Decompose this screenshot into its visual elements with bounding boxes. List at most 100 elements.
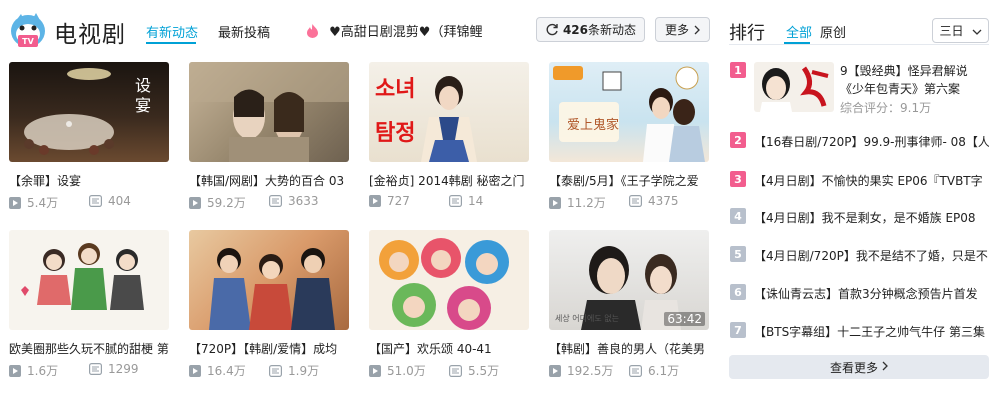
video-card[interactable]: 【720P】【韩剧/爱情】成均 16.4万 1.9万	[189, 230, 349, 378]
video-thumbnail[interactable]	[369, 230, 529, 330]
rank-top-thumbnail[interactable]	[754, 62, 834, 112]
rank-number: 1	[730, 62, 746, 78]
danmaku-count: 3633	[269, 194, 319, 208]
rank-item-title[interactable]: 【4月日剧/720P】我不是结不了婚，只是不	[754, 247, 989, 264]
danmaku-icon	[269, 364, 282, 377]
danmaku-icon	[269, 195, 282, 207]
thumbnail-caption: 세상 어디에도 없는	[555, 314, 619, 323]
period-value: 三日	[939, 24, 964, 38]
video-stats: 11.2万 4375	[549, 194, 709, 210]
rank-top-title[interactable]: 9【毁经典】怪异君解说《少年包青天》第六案	[840, 62, 990, 98]
chevron-right-icon	[882, 360, 888, 374]
video-card[interactable]: 세상 어디에도 없는 63:42 【韩剧】善良的男人（花美男 192.5万 6.…	[549, 230, 709, 378]
play-count-value: 727	[387, 194, 410, 208]
video-title[interactable]: 【720P】【韩剧/爱情】成均	[189, 341, 349, 357]
tab-rank-all[interactable]: 全部	[786, 22, 812, 41]
play-count: 192.5万	[549, 362, 613, 379]
rank-number: 2	[730, 132, 746, 148]
video-title[interactable]: 【泰剧/5月】《王子学院之爱	[549, 173, 709, 189]
play-icon	[369, 195, 381, 207]
danmaku-count-value: 3633	[288, 194, 319, 208]
video-stats: 727 14	[369, 194, 529, 210]
danmaku-count-value: 14	[468, 194, 484, 208]
more-button[interactable]: 更多	[655, 17, 710, 42]
video-thumbnail[interactable]	[189, 62, 349, 162]
video-stats: 1.6万 1299	[9, 362, 169, 378]
danmaku-count-value: 1299	[108, 362, 139, 376]
trending-notice[interactable]: ♥高甜日剧混剪♥（拜锦鲤	[306, 21, 482, 40]
danmaku-icon	[89, 195, 102, 207]
thumbnail-caption: 设宴	[135, 76, 152, 115]
video-thumbnail[interactable]: 세상 어디에도 없는 63:42	[549, 230, 709, 330]
danmaku-count: 6.1万	[629, 362, 679, 379]
rank-number: 5	[730, 246, 746, 262]
video-card[interactable]: 设宴 【余罪】设宴 5.4万 404	[9, 62, 169, 210]
rank-item-title[interactable]: 【4月日剧】我不是剩女，是不婚族 EP08	[754, 209, 989, 226]
play-count-value: 192.5万	[567, 364, 614, 378]
thumbnail-caption: 소녀 탐정	[375, 77, 416, 146]
play-icon	[369, 364, 381, 377]
play-count-value: 11.2万	[567, 196, 606, 210]
rank-number: 4	[730, 208, 746, 224]
rank-item-title[interactable]: 【4月日剧】不愉快的果实 EP06『TVBT字	[754, 172, 989, 189]
play-count-value: 59.2万	[207, 196, 246, 210]
video-card[interactable]: 【国产】欢乐颂 40-41 51.0万 5.5万	[369, 230, 529, 378]
new-updates-button[interactable]: 426 条新动态	[536, 17, 645, 42]
rank-item-title[interactable]: 【16春日剧/720P】99.9-刑事律师- 08【人	[754, 133, 989, 150]
more-label: 更多	[664, 23, 689, 37]
play-icon	[189, 196, 201, 209]
tab-new-activity[interactable]: 有新动态	[146, 22, 198, 41]
ranking-title: 排行	[729, 23, 765, 44]
play-count: 16.4万	[189, 362, 246, 379]
danmaku-icon	[449, 364, 462, 377]
video-thumbnail[interactable]: 爱上鬼家	[549, 62, 709, 162]
video-card[interactable]: 欧美圈那些久玩不腻的甜梗 第 1.6万 1299	[9, 230, 169, 378]
video-card[interactable]: 소녀 탐정 [金裕贞] 2014韩剧 秘密之门 727 14	[369, 62, 529, 210]
rank-item-title[interactable]: 【BTS字幕组】十二王子之帅气牛仔 第三集	[754, 323, 989, 340]
video-card[interactable]: 【韩国/网剧】大势的百合 03 59.2万 3633	[189, 62, 349, 210]
play-count: 59.2万	[189, 194, 246, 211]
flame-icon	[306, 24, 323, 40]
view-more-button[interactable]: 查看更多	[729, 355, 989, 379]
danmaku-count: 14	[449, 194, 483, 208]
video-stats: 51.0万 5.5万	[369, 362, 529, 378]
play-count: 1.6万	[9, 362, 58, 379]
danmaku-count-value: 6.1万	[648, 364, 680, 378]
video-title[interactable]: 【国产】欢乐颂 40-41	[369, 341, 529, 357]
video-thumbnail[interactable]: 소녀 탐정	[369, 62, 529, 162]
tab-latest-uploads[interactable]: 最新投稿	[218, 22, 270, 41]
thumbnail-caption: 爱上鬼家	[567, 118, 620, 133]
tab-rank-original[interactable]: 原创	[820, 22, 846, 41]
video-thumbnail[interactable]: 设宴	[9, 62, 169, 162]
danmaku-count-value: 1.9万	[288, 364, 320, 378]
play-count-value: 16.4万	[207, 364, 246, 378]
danmaku-count-value: 4375	[648, 194, 679, 208]
video-title[interactable]: [金裕贞] 2014韩剧 秘密之门	[369, 173, 529, 189]
rank-number: 6	[730, 284, 746, 300]
video-title[interactable]: 【余罪】设宴	[9, 173, 169, 189]
danmaku-count-value: 5.5万	[468, 364, 500, 378]
video-title[interactable]: 欧美圈那些久玩不腻的甜梗 第	[9, 341, 169, 357]
video-thumbnail[interactable]	[189, 230, 349, 330]
video-duration: 63:42	[664, 312, 705, 326]
rank-top-score: 综合评分：9.1万	[840, 101, 932, 115]
tv-channel-icon: TV	[8, 10, 48, 50]
danmaku-icon	[89, 363, 102, 375]
video-title[interactable]: 【韩国/网剧】大势的百合 03	[189, 173, 349, 189]
danmaku-count: 404	[89, 194, 131, 208]
video-card[interactable]: 爱上鬼家 【泰剧/5月】《王子学院之爱 11.2万 4375	[549, 62, 709, 210]
play-icon	[9, 364, 21, 377]
rank-item-title[interactable]: 【诛仙青云志】首款3分钟概念预告片首发	[754, 285, 989, 302]
video-title[interactable]: 【韩剧】善良的男人（花美男	[549, 341, 709, 357]
video-thumbnail[interactable]	[9, 230, 169, 330]
danmaku-count: 1299	[89, 362, 139, 376]
active-tab-indicator	[146, 42, 196, 44]
danmaku-count-value: 404	[108, 194, 131, 208]
video-stats: 192.5万 6.1万	[549, 362, 709, 378]
play-count: 51.0万	[369, 362, 426, 379]
view-more-label: 查看更多	[829, 360, 878, 375]
play-icon	[549, 364, 561, 377]
period-select[interactable]: 三日	[932, 18, 989, 43]
danmaku-count: 4375	[629, 194, 679, 208]
play-icon	[9, 196, 21, 209]
